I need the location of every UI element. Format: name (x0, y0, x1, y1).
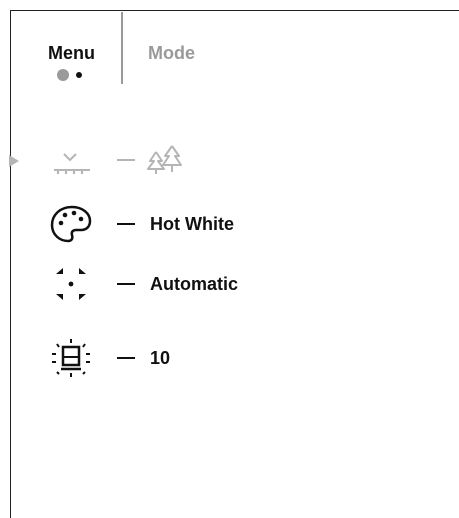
device-menu-screen: Menu Mode Hot White Automatic 10 (0, 0, 459, 518)
scene-mode-icon (54, 153, 90, 174)
tab-mode[interactable]: Mode (148, 43, 195, 64)
color-palette-icon (50, 205, 92, 243)
calibration-value: Automatic (150, 274, 239, 294)
setting-row-calibration[interactable]: Automatic (0, 264, 420, 304)
setting-row-palette[interactable]: Hot White (0, 204, 420, 244)
page-dot-active (57, 69, 69, 81)
brightness-icon (52, 339, 90, 377)
calibration-icon (56, 268, 86, 300)
setting-dash (117, 159, 135, 161)
brightness-value: 10 (150, 348, 171, 368)
setting-dash (117, 223, 135, 225)
setting-row-brightness[interactable]: 10 (0, 338, 420, 378)
setting-row-scene[interactable] (0, 140, 420, 180)
tab-menu[interactable]: Menu (48, 43, 95, 64)
setting-dash (117, 357, 135, 359)
page-dot-inactive (76, 72, 82, 78)
page-indicator (57, 69, 82, 81)
palette-value: Hot White (150, 214, 234, 234)
frame-top-line (10, 10, 459, 11)
forest-icon (147, 145, 182, 174)
setting-dash (117, 283, 135, 285)
tab-divider (121, 12, 123, 84)
